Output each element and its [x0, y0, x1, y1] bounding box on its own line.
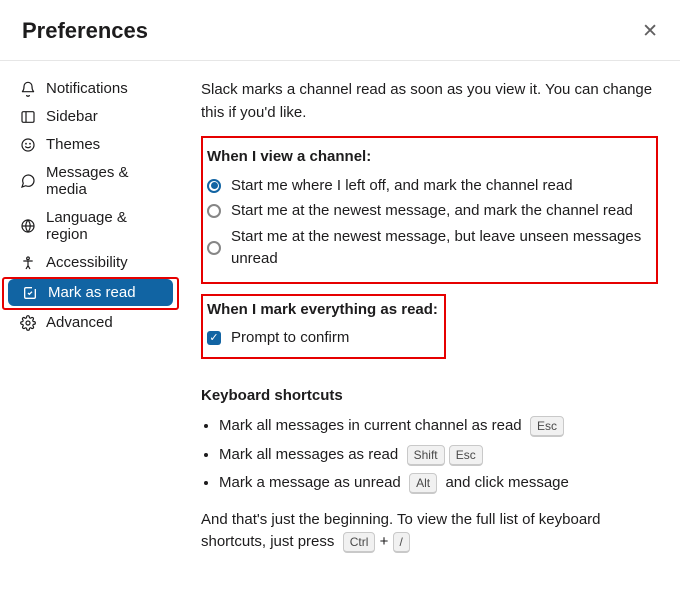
radio-label: Start me at the newest message, and mark… — [231, 200, 633, 223]
sidebar-item-notifications[interactable]: Notifications — [6, 75, 175, 102]
close-icon: ✕ — [642, 21, 658, 42]
key-alt: Alt — [409, 473, 437, 494]
shortcut-text: Mark all messages in current channel as … — [219, 417, 522, 434]
sidebar: Notifications Sidebar Themes Messages & … — [0, 61, 185, 572]
key-ctrl: Ctrl — [343, 532, 376, 553]
radio-icon — [207, 241, 221, 255]
sidebar-item-mark-as-read[interactable]: Mark as read — [8, 279, 173, 306]
sidebar-item-language-region[interactable]: Language & region — [6, 204, 175, 248]
key-esc: Esc — [449, 445, 483, 466]
sidebar-item-label: Sidebar — [46, 108, 98, 125]
shortcut-text: Mark a message as unread — [219, 474, 401, 491]
radio-option-0[interactable]: Start me where I left off, and mark the … — [207, 175, 646, 198]
close-button[interactable]: ✕ — [642, 22, 658, 41]
shortcuts-title: Keyboard shortcuts — [201, 385, 658, 408]
smile-icon — [20, 137, 36, 153]
key-slash: / — [393, 532, 410, 553]
view-channel-title: When I view a channel: — [207, 146, 646, 169]
sidebar-item-label: Accessibility — [46, 254, 128, 271]
radio-icon — [207, 179, 221, 193]
sidebar-item-advanced[interactable]: Advanced — [6, 309, 175, 336]
radio-icon — [207, 204, 221, 218]
shortcut-item: Mark a message as unread Alt and click m… — [219, 472, 658, 495]
shortcut-text-after: and click message — [445, 474, 568, 491]
content: Notifications Sidebar Themes Messages & … — [0, 61, 680, 572]
shortcuts-footer: And that's just the beginning. To view t… — [201, 509, 658, 554]
main-panel: Slack marks a channel read as soon as yo… — [185, 61, 680, 572]
checkbox-icon: ✓ — [207, 331, 221, 345]
sidebar-item-label: Mark as read — [48, 284, 136, 301]
header: Preferences ✕ — [0, 0, 680, 60]
mark-all-title: When I mark everything as read: — [207, 299, 438, 322]
gear-icon — [20, 315, 36, 331]
sidebar-item-label: Themes — [46, 136, 100, 153]
sidebar-item-accessibility[interactable]: Accessibility — [6, 249, 175, 276]
sidebar-item-label: Notifications — [46, 80, 128, 97]
radio-option-2[interactable]: Start me at the newest message, but leav… — [207, 226, 646, 271]
layout-icon — [20, 109, 36, 125]
plus-sign: + — [380, 533, 389, 550]
checkbox-label: Prompt to confirm — [231, 327, 349, 350]
sidebar-item-themes[interactable]: Themes — [6, 131, 175, 158]
bell-icon — [20, 81, 36, 97]
sidebar-item-sidebar[interactable]: Sidebar — [6, 103, 175, 130]
sidebar-item-label: Language & region — [46, 209, 165, 243]
highlight-mark-as-read: Mark as read — [2, 277, 179, 310]
accessibility-icon — [20, 255, 36, 271]
radio-label: Start me at the newest message, but leav… — [231, 226, 646, 271]
shortcut-item: Mark all messages as read Shift Esc — [219, 444, 658, 467]
sidebar-item-label: Advanced — [46, 314, 113, 331]
radio-option-1[interactable]: Start me at the newest message, and mark… — [207, 200, 646, 223]
sidebar-item-label: Messages & media — [46, 164, 165, 198]
globe-icon — [20, 218, 36, 234]
check-square-icon — [22, 285, 38, 301]
radio-label: Start me where I left off, and mark the … — [231, 175, 573, 198]
key-shift: Shift — [407, 445, 445, 466]
key-esc: Esc — [530, 416, 564, 437]
message-icon — [20, 173, 36, 189]
sidebar-item-messages-media[interactable]: Messages & media — [6, 159, 175, 203]
intro-text: Slack marks a channel read as soon as yo… — [201, 79, 658, 124]
mark-all-section: When I mark everything as read: ✓ Prompt… — [201, 294, 446, 359]
prompt-confirm-checkbox[interactable]: ✓ Prompt to confirm — [207, 327, 438, 350]
shortcut-item: Mark all messages in current channel as … — [219, 415, 658, 438]
shortcut-text: Mark all messages as read — [219, 446, 398, 463]
shortcuts-list: Mark all messages in current channel as … — [201, 415, 658, 495]
view-channel-section: When I view a channel: Start me where I … — [201, 136, 658, 284]
page-title: Preferences — [22, 18, 148, 44]
